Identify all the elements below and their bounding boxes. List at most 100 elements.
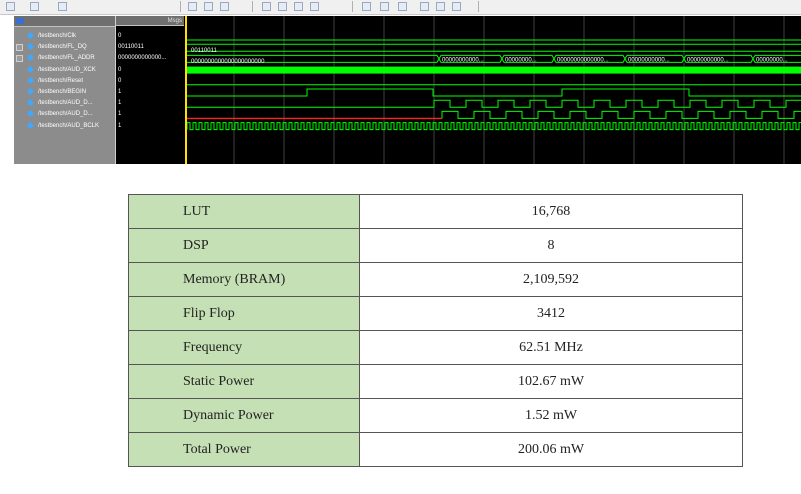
toolbar-undo-icon[interactable] [436,2,445,11]
metric-value: 62.51 MHz [359,330,743,365]
toolbar-step-icon[interactable] [58,2,67,11]
toolbar-cursor-icon[interactable] [262,2,271,11]
toolbar-format-icon[interactable] [398,2,407,11]
metric-value: 200.06 mW [359,432,743,467]
toolbar-find-icon[interactable] [310,2,319,11]
signal-value: 00110011 [118,44,144,51]
signal-row[interactable]: /testbench/AUD_BCLK [14,121,115,131]
table-row: DSP 8 [128,228,743,263]
waveform-window: /testbench/Clk/testbench/FL_DQ/testbench… [14,16,801,164]
fl-addr-bus-label: 00000000000... [442,57,484,63]
metric-value: 2,109,592 [359,262,743,297]
table-row: Memory (BRAM) 2,109,592 [128,262,743,297]
signal-value: 1 [118,111,122,118]
fl-addr-bus-label: 00000000... [505,57,537,63]
toolbar-redo-icon[interactable] [452,2,461,11]
signal-row[interactable]: /testbench/FL_ADDR [14,53,115,63]
signal-diamond-icon [26,121,35,129]
signal-row[interactable]: /testbench/FL_DQ [14,42,115,52]
signal-value: 1 [118,100,122,107]
time-cursor[interactable] [185,16,187,164]
signal-name: /testbench/AUD_XCK [38,66,96,73]
signal-row[interactable]: /testbench/AUD_D... [14,109,115,119]
simulator-toolbar [0,0,801,15]
metric-value: 1.52 mW [359,398,743,433]
table-row: Frequency 62.51 MHz [128,330,743,365]
metric-label: Dynamic Power [128,398,360,433]
metric-label: Total Power [128,432,360,467]
fl-addr-bus-label: 00000000000... [628,57,670,63]
metric-label: Flip Flop [128,296,360,331]
metric-value: 16,768 [359,194,743,229]
table-row: Static Power 102.67 mW [128,364,743,399]
signal-diamond-icon [26,43,35,51]
time-grid [233,16,785,164]
toolbar-next-edge-icon[interactable] [294,2,303,11]
signal-value: 1 [118,122,122,129]
signal-diamond-icon [26,31,35,40]
signal-row[interactable]: /testbench/BEGIN [14,87,115,97]
wave-window-icon [16,18,24,24]
signal-name-pane: /testbench/Clk/testbench/FL_DQ/testbench… [14,16,115,164]
metric-value: 3412 [359,296,743,331]
signal-diamond-icon [26,110,35,118]
signal-name: /testbench/Clk [38,33,77,39]
signal-value-row: 1 [116,109,184,119]
signal-diamond-icon [26,54,35,62]
signal-value: 1 [118,89,122,95]
signal-row[interactable]: /testbench/Reset [14,76,115,86]
signal-value-row: 1 [116,98,184,108]
metric-value: 8 [359,228,743,263]
signal-name: /testbench/AUD_BCLK [38,122,100,129]
signal-value-row: 0 [116,31,184,41]
toolbar-prev-edge-icon[interactable] [278,2,287,11]
signal-name: /testbench/Reset [38,77,84,84]
signal-diamond-icon [26,99,35,107]
signal-row[interactable]: /testbench/Clk [14,31,115,41]
table-row: Flip Flop 3412 [128,296,743,331]
signal-value: 0000000000000... [118,55,167,62]
toolbar-zoom-icon[interactable] [188,2,197,11]
toolbar-divider-icon[interactable] [420,2,429,11]
signal-value-row: 0 [116,76,184,86]
signal-name-header [14,16,115,27]
expand-icon[interactable] [16,44,23,52]
toolbar-zoom-out-icon[interactable] [220,2,229,11]
toolbar-forward-icon[interactable] [30,2,39,11]
toolbar-wave-icon[interactable] [362,2,371,11]
fl-addr-bus-label: 00000000000... [687,57,729,63]
signal-value-row: 1 [116,87,184,97]
table-row: LUT 16,768 [128,194,743,229]
fl-dq-bus-label: 00110011 [191,48,217,54]
signal-value-row: 0 [116,65,184,75]
signal-value: 0 [118,77,122,84]
signal-value-pane: Msgs 0 00110011 0000000000000... 0 0 1 1 1 1 [115,16,184,164]
fl-addr-bus-label: 00000000... [756,57,788,63]
metric-label: DSP [128,228,360,263]
metric-label: Frequency [128,330,360,365]
fl-addr-bus-label-initial: 0000000000000000000000 [191,59,265,65]
table-row: Dynamic Power 1.52 mW [128,398,743,433]
toolbar-list-icon[interactable] [380,2,389,11]
signal-row[interactable]: /testbench/AUD_D... [14,98,115,108]
metric-value: 102.67 mW [359,364,743,399]
signal-value-row: 00110011 [116,42,184,52]
expand-icon[interactable] [16,55,23,63]
signal-name: /testbench/FL_ADDR [38,55,95,62]
toolbar-back-icon[interactable] [6,2,15,11]
toolbar-zoom-in-icon[interactable] [204,2,213,11]
metric-label: Memory (BRAM) [128,262,360,297]
signal-value: 0 [118,33,122,39]
signal-name: /testbench/AUD_D... [38,111,93,118]
fl-addr-bus-label: 00000000000000... [557,57,609,63]
signal-row[interactable]: /testbench/AUD_XCK [14,65,115,75]
table-row: Total Power 200.06 mW [128,432,743,467]
signal-value-row: 1 [116,121,184,131]
signal-name: /testbench/AUD_D... [38,100,93,107]
signal-value-row: 0000000000000... [116,53,184,63]
signal-traces [186,39,801,131]
signal-diamond-icon [26,76,35,84]
metric-label: Static Power [128,364,360,399]
waveform-plot[interactable]: 00110011 0000000000000000000000 00000000… [184,16,801,164]
metric-label: LUT [128,194,360,229]
